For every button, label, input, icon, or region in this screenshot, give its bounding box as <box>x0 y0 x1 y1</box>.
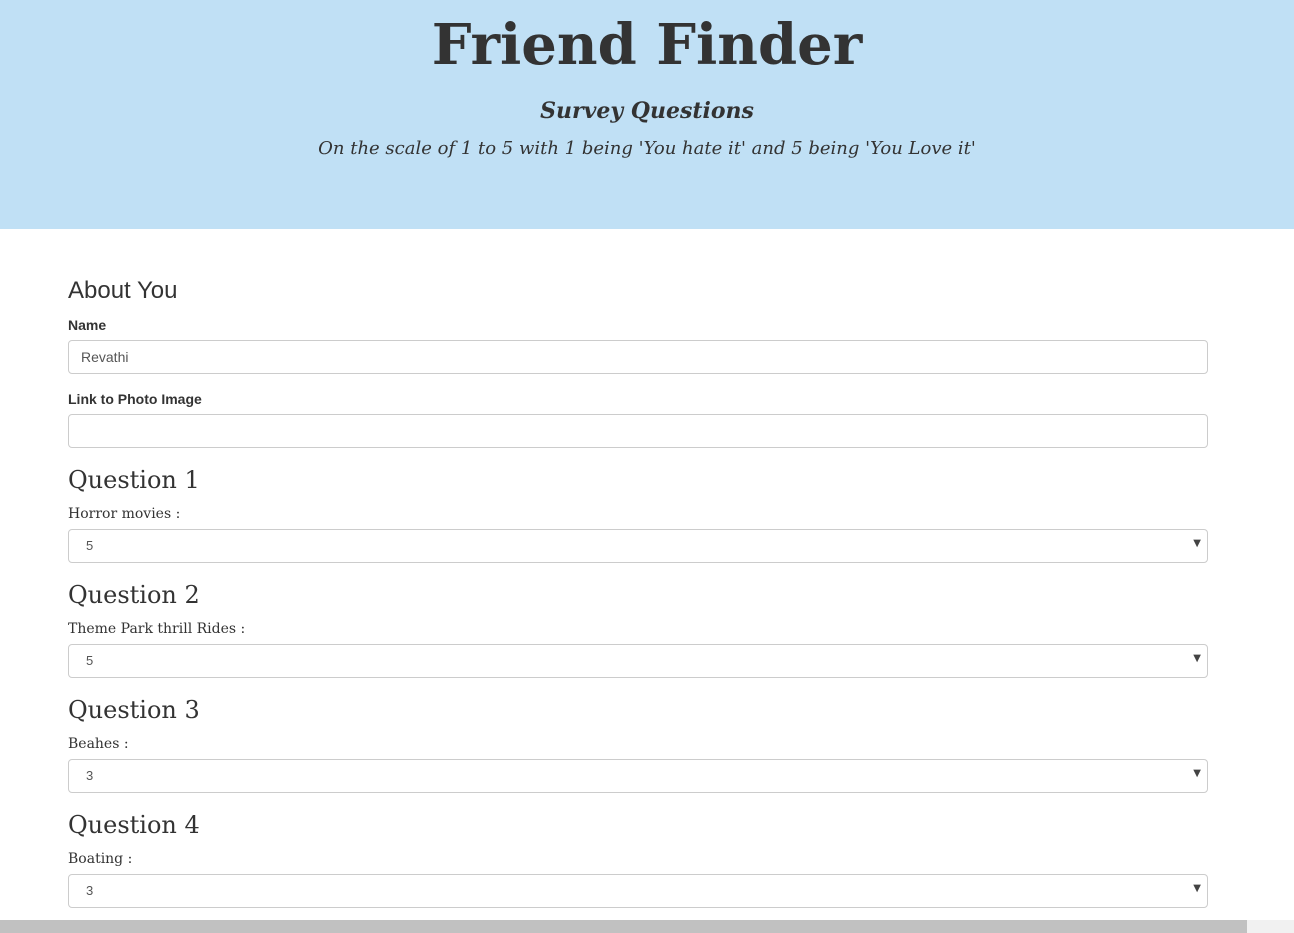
question-1-label: Horror movies : <box>68 506 181 522</box>
horizontal-scrollbar[interactable] <box>0 920 1294 933</box>
question-2-selected-value: 5 <box>86 653 94 668</box>
horizontal-scrollbar-thumb[interactable] <box>0 920 1247 933</box>
page-subtitle: Survey Questions <box>540 98 754 124</box>
question-1-title: Question 1 <box>68 466 200 494</box>
photo-link-label: Link to Photo Image <box>68 391 202 407</box>
name-label: Name <box>68 317 107 333</box>
question-3-select[interactable]: 3 ▼ <box>68 759 1208 793</box>
name-input[interactable] <box>68 340 1208 374</box>
question-1-selected-value: 5 <box>86 538 94 553</box>
question-4-title: Question 4 <box>68 811 200 839</box>
question-3-label: Beahes : <box>68 736 129 752</box>
question-4-select[interactable]: 3 ▼ <box>68 874 1208 908</box>
question-4-label: Boating : <box>68 851 133 867</box>
scale-description: On the scale of 1 to 5 with 1 being 'You… <box>318 138 976 159</box>
question-2-title: Question 2 <box>68 581 200 609</box>
chevron-down-icon: ▼ <box>1193 883 1201 894</box>
question-2-label: Theme Park thrill Rides : <box>68 621 246 637</box>
about-you-heading: About You <box>68 277 178 304</box>
chevron-down-icon: ▼ <box>1193 653 1201 664</box>
chevron-down-icon: ▼ <box>1193 768 1201 779</box>
question-1-select[interactable]: 5 ▼ <box>68 529 1208 563</box>
question-3-title: Question 3 <box>68 696 200 724</box>
question-2-select[interactable]: 5 ▼ <box>68 644 1208 678</box>
question-3-selected-value: 3 <box>86 768 94 783</box>
chevron-down-icon: ▼ <box>1193 538 1201 549</box>
page-title: Friend Finder <box>431 12 863 78</box>
page-header: Friend Finder Survey Questions On the sc… <box>0 0 1294 229</box>
question-4-selected-value: 3 <box>86 883 94 898</box>
photo-link-input[interactable] <box>68 414 1208 448</box>
